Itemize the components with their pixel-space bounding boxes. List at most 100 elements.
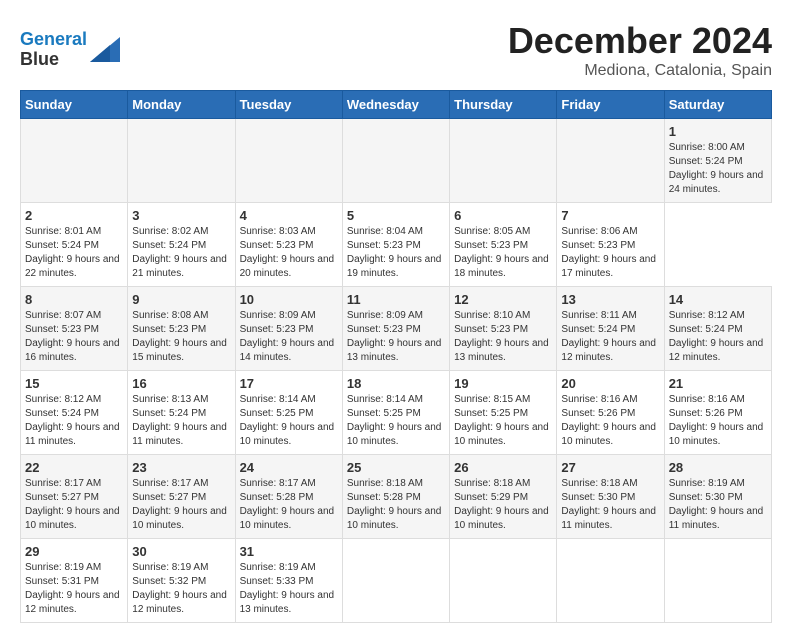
day-number: 19 xyxy=(454,376,552,391)
day-number: 4 xyxy=(240,208,338,223)
day-info: Sunrise: 8:18 AMSunset: 5:30 PMDaylight:… xyxy=(561,478,656,531)
day-number: 10 xyxy=(240,292,338,307)
day-info: Sunrise: 8:07 AMSunset: 5:23 PMDaylight:… xyxy=(25,310,120,363)
calendar-cell: 13 Sunrise: 8:11 AMSunset: 5:24 PMDayligh… xyxy=(557,287,664,371)
calendar-body: 1 Sunrise: 8:00 AMSunset: 5:24 PMDaylight… xyxy=(21,119,772,623)
day-number: 2 xyxy=(25,208,123,223)
calendar-week-row: 15Sunrise: 8:12 AMSunset: 5:24 PMDayligh… xyxy=(21,371,772,455)
calendar-cell: 28 Sunrise: 8:19 AMSunset: 5:30 PMDayligh… xyxy=(664,455,771,539)
day-info: Sunrise: 8:01 AMSunset: 5:24 PMDaylight:… xyxy=(25,226,120,279)
day-number: 25 xyxy=(347,460,445,475)
calendar-cell: 15Sunrise: 8:12 AMSunset: 5:24 PMDayligh… xyxy=(21,371,128,455)
day-number: 13 xyxy=(561,292,659,307)
day-info: Sunrise: 8:19 AMSunset: 5:30 PMDaylight:… xyxy=(669,478,764,531)
day-info: Sunrise: 8:18 AMSunset: 5:28 PMDaylight:… xyxy=(347,478,442,531)
day-number: 15 xyxy=(25,376,123,391)
calendar-cell: 6Sunrise: 8:05 AMSunset: 5:23 PMDaylight… xyxy=(450,203,557,287)
day-info: Sunrise: 8:14 AMSunset: 5:25 PMDaylight:… xyxy=(240,394,335,447)
calendar-cell xyxy=(557,119,664,203)
day-info: Sunrise: 8:19 AMSunset: 5:31 PMDaylight:… xyxy=(25,562,120,615)
calendar-title: December 2024 xyxy=(508,20,772,62)
calendar-cell: 22Sunrise: 8:17 AMSunset: 5:27 PMDayligh… xyxy=(21,455,128,539)
header-cell-saturday: Saturday xyxy=(664,91,771,119)
header-cell-wednesday: Wednesday xyxy=(342,91,449,119)
day-info: Sunrise: 8:14 AMSunset: 5:25 PMDaylight:… xyxy=(347,394,442,447)
calendar-cell xyxy=(342,119,449,203)
header-cell-sunday: Sunday xyxy=(21,91,128,119)
day-number: 5 xyxy=(347,208,445,223)
day-number: 28 xyxy=(669,460,767,475)
day-number: 29 xyxy=(25,544,123,559)
day-info: Sunrise: 8:06 AMSunset: 5:23 PMDaylight:… xyxy=(561,226,656,279)
header-cell-thursday: Thursday xyxy=(450,91,557,119)
logo-text: GeneralBlue xyxy=(20,30,87,70)
day-info: Sunrise: 8:00 AMSunset: 5:24 PMDaylight:… xyxy=(669,142,764,195)
day-info: Sunrise: 8:09 AMSunset: 5:23 PMDaylight:… xyxy=(240,310,335,363)
calendar-cell: 19 Sunrise: 8:15 AMSunset: 5:25 PMDayligh… xyxy=(450,371,557,455)
day-number: 24 xyxy=(240,460,338,475)
calendar-cell: 29 Sunrise: 8:19 AMSunset: 5:31 PMDayligh… xyxy=(21,539,128,623)
day-info: Sunrise: 8:18 AMSunset: 5:29 PMDaylight:… xyxy=(454,478,549,531)
calendar-cell: 16 Sunrise: 8:13 AMSunset: 5:24 PMDayligh… xyxy=(128,371,235,455)
calendar-cell: 7Sunrise: 8:06 AMSunset: 5:23 PMDaylight… xyxy=(557,203,664,287)
day-info: Sunrise: 8:19 AMSunset: 5:32 PMDaylight:… xyxy=(132,562,227,615)
day-number: 14 xyxy=(669,292,767,307)
calendar-cell: 23 Sunrise: 8:17 AMSunset: 5:27 PMDayligh… xyxy=(128,455,235,539)
calendar-cell: 18 Sunrise: 8:14 AMSunset: 5:25 PMDayligh… xyxy=(342,371,449,455)
calendar-cell xyxy=(235,119,342,203)
header-cell-monday: Monday xyxy=(128,91,235,119)
calendar-cell: 31 Sunrise: 8:19 AMSunset: 5:33 PMDayligh… xyxy=(235,539,342,623)
day-number: 23 xyxy=(132,460,230,475)
calendar-cell: 17Sunrise: 8:14 AMSunset: 5:25 PMDayligh… xyxy=(235,371,342,455)
calendar-cell: 11Sunrise: 8:09 AMSunset: 5:23 PMDayligh… xyxy=(342,287,449,371)
day-number: 12 xyxy=(454,292,552,307)
calendar-cell: 21Sunrise: 8:16 AMSunset: 5:26 PMDayligh… xyxy=(664,371,771,455)
calendar-cell: 26Sunrise: 8:18 AMSunset: 5:29 PMDayligh… xyxy=(450,455,557,539)
calendar-week-row: 1 Sunrise: 8:00 AMSunset: 5:24 PMDaylight… xyxy=(21,119,772,203)
day-number: 20 xyxy=(561,376,659,391)
day-number: 30 xyxy=(132,544,230,559)
day-info: Sunrise: 8:03 AMSunset: 5:23 PMDaylight:… xyxy=(240,226,335,279)
day-number: 8 xyxy=(25,292,123,307)
day-info: Sunrise: 8:08 AMSunset: 5:23 PMDaylight:… xyxy=(132,310,227,363)
calendar-cell: 10 Sunrise: 8:09 AMSunset: 5:23 PMDayligh… xyxy=(235,287,342,371)
calendar-table: SundayMondayTuesdayWednesdayThursdayFrid… xyxy=(20,90,772,623)
day-info: Sunrise: 8:10 AMSunset: 5:23 PMDaylight:… xyxy=(454,310,549,363)
day-info: Sunrise: 8:15 AMSunset: 5:25 PMDaylight:… xyxy=(454,394,549,447)
title-area: December 2024 Mediona, Catalonia, Spain xyxy=(508,20,772,80)
calendar-cell: 14Sunrise: 8:12 AMSunset: 5:24 PMDayligh… xyxy=(664,287,771,371)
calendar-cell xyxy=(21,119,128,203)
day-info: Sunrise: 8:04 AMSunset: 5:23 PMDaylight:… xyxy=(347,226,442,279)
calendar-cell: 3 Sunrise: 8:02 AMSunset: 5:24 PMDaylight… xyxy=(128,203,235,287)
day-info: Sunrise: 8:17 AMSunset: 5:27 PMDaylight:… xyxy=(132,478,227,531)
day-number: 27 xyxy=(561,460,659,475)
day-number: 1 xyxy=(669,124,767,139)
logo-icon xyxy=(90,37,120,62)
calendar-cell xyxy=(450,119,557,203)
day-number: 31 xyxy=(240,544,338,559)
calendar-cell: 1 Sunrise: 8:00 AMSunset: 5:24 PMDaylight… xyxy=(664,119,771,203)
header-cell-friday: Friday xyxy=(557,91,664,119)
day-info: Sunrise: 8:13 AMSunset: 5:24 PMDaylight:… xyxy=(132,394,227,447)
calendar-cell: 20 Sunrise: 8:16 AMSunset: 5:26 PMDayligh… xyxy=(557,371,664,455)
calendar-cell: 25 Sunrise: 8:18 AMSunset: 5:28 PMDayligh… xyxy=(342,455,449,539)
day-info: Sunrise: 8:11 AMSunset: 5:24 PMDaylight:… xyxy=(561,310,656,363)
calendar-cell: 9 Sunrise: 8:08 AMSunset: 5:23 PMDaylight… xyxy=(128,287,235,371)
day-info: Sunrise: 8:19 AMSunset: 5:33 PMDaylight:… xyxy=(240,562,335,615)
calendar-cell: 12 Sunrise: 8:10 AMSunset: 5:23 PMDayligh… xyxy=(450,287,557,371)
calendar-cell: 8 Sunrise: 8:07 AMSunset: 5:23 PMDaylight… xyxy=(21,287,128,371)
day-number: 11 xyxy=(347,292,445,307)
day-number: 18 xyxy=(347,376,445,391)
header: GeneralBlue December 2024 Mediona, Catal… xyxy=(20,20,772,80)
calendar-cell xyxy=(342,539,449,623)
day-number: 16 xyxy=(132,376,230,391)
day-number: 3 xyxy=(132,208,230,223)
logo: GeneralBlue xyxy=(20,30,120,70)
calendar-header-row: SundayMondayTuesdayWednesdayThursdayFrid… xyxy=(21,91,772,119)
day-info: Sunrise: 8:05 AMSunset: 5:23 PMDaylight:… xyxy=(454,226,549,279)
calendar-cell: 24Sunrise: 8:17 AMSunset: 5:28 PMDayligh… xyxy=(235,455,342,539)
day-number: 9 xyxy=(132,292,230,307)
calendar-week-row: 29 Sunrise: 8:19 AMSunset: 5:31 PMDayligh… xyxy=(21,539,772,623)
day-info: Sunrise: 8:02 AMSunset: 5:24 PMDaylight:… xyxy=(132,226,227,279)
day-info: Sunrise: 8:16 AMSunset: 5:26 PMDaylight:… xyxy=(561,394,656,447)
